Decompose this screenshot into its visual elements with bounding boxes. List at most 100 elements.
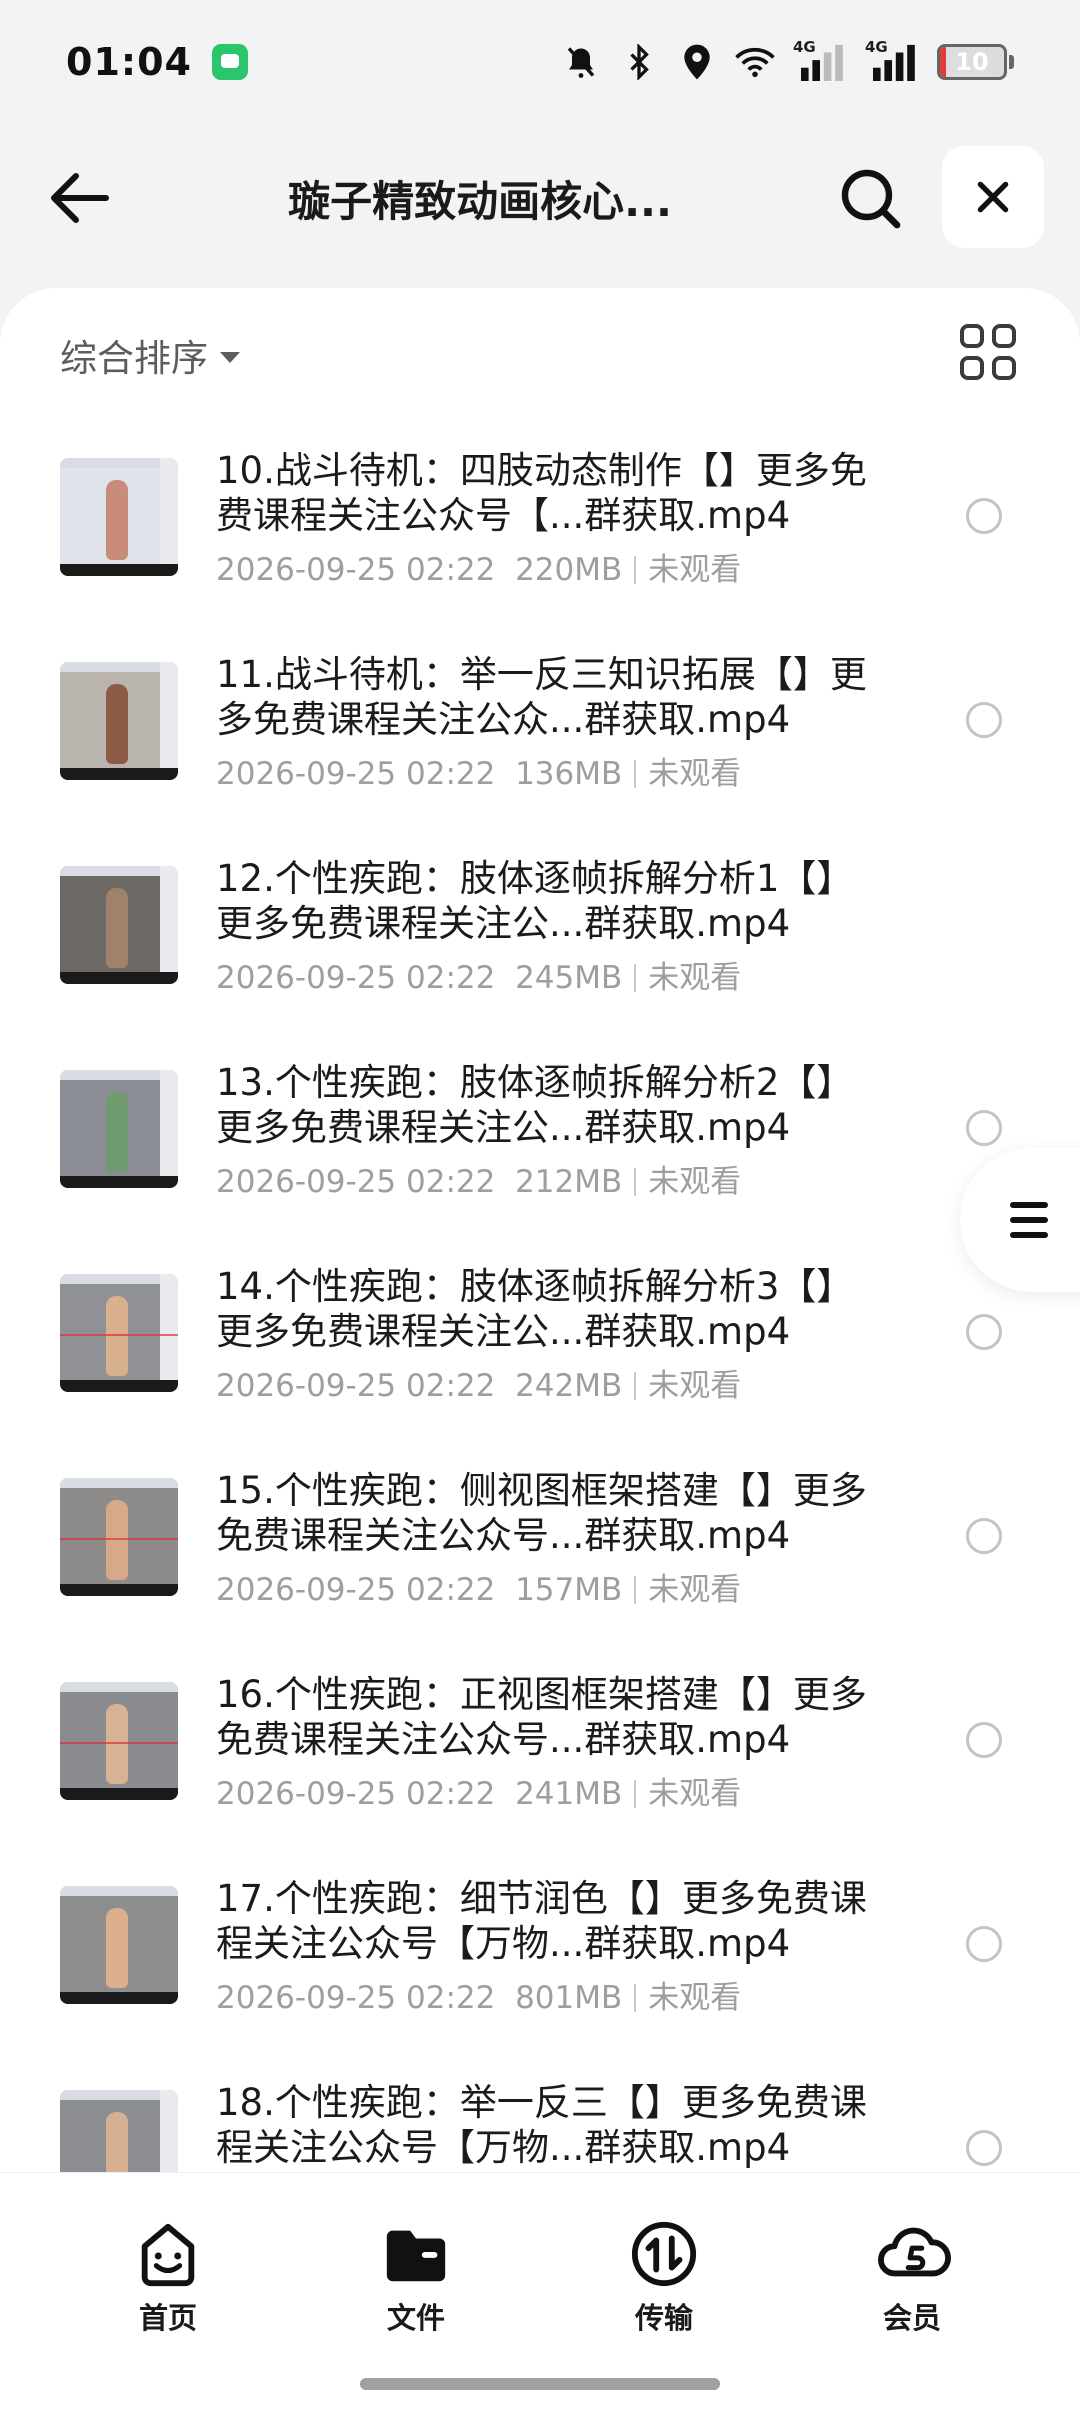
menu-icon xyxy=(1010,1202,1048,1238)
file-meta: 2026-09-25 02:22 136MB 未观看 xyxy=(216,748,741,793)
file-name: 17.个性疾跑：细节润色【】更多免费课程关注公众号【万物...群获取.mp4 xyxy=(216,1877,867,1965)
list-item[interactable]: 15.个性疾跑：侧视图框架搭建【】更多免费课程关注公众号...群获取.mp4 2… xyxy=(0,1468,1080,1672)
video-thumbnail xyxy=(60,1070,178,1188)
signal-icon: 4G xyxy=(793,38,847,82)
file-date: 2026-09-25 02:22 xyxy=(216,1980,496,2016)
file-size: 245MB xyxy=(515,960,623,996)
back-arrow-icon xyxy=(51,173,109,223)
file-date: 2026-09-25 02:22 xyxy=(216,1776,496,1812)
list-item[interactable]: 10.战斗待机：四肢动态制作【】更多免费课程关注公众号【...群获取.mp4 2… xyxy=(0,448,1080,652)
select-radio[interactable] xyxy=(966,2130,1002,2166)
file-name: 16.个性疾跑：正视图框架搭建【】更多免费课程关注公众号...群获取.mp4 xyxy=(216,1673,867,1761)
watch-status: 未观看 xyxy=(648,960,742,996)
nav-label: 文件 xyxy=(386,2301,445,2335)
video-thumbnail xyxy=(60,2090,178,2172)
select-radio[interactable] xyxy=(966,1722,1002,1758)
select-radio[interactable] xyxy=(966,1314,1002,1350)
list-item[interactable]: 16.个性疾跑：正视图框架搭建【】更多免费课程关注公众号...群获取.mp4 2… xyxy=(0,1672,1080,1876)
select-radio[interactable] xyxy=(966,1518,1002,1554)
file-date: 2026-09-25 02:22 xyxy=(216,756,496,792)
file-size: 801MB xyxy=(515,1980,623,2016)
signal-icon: 4G xyxy=(865,38,919,82)
page-title: 璇子精致动画核心... xyxy=(288,177,672,226)
watch-status: 未观看 xyxy=(648,1980,742,2016)
close-button[interactable] xyxy=(942,146,1044,248)
file-meta: 2026-09-25 02:22 245MB 未观看 xyxy=(216,952,741,997)
list-item[interactable]: 17.个性疾跑：细节润色【】更多免费课程关注公众号【万物...群获取.mp4 2… xyxy=(0,1876,1080,2080)
file-size: 136MB xyxy=(515,756,623,792)
select-radio[interactable] xyxy=(966,1926,1002,1962)
video-thumbnail xyxy=(60,1478,178,1596)
file-meta: 2026-09-25 02:22 212MB 未观看 xyxy=(216,1156,741,1201)
home-indicator[interactable] xyxy=(360,2378,720,2390)
list-item[interactable]: 13.个性疾跑：肢体逐帧拆解分析2【】更多免费课程关注公...群获取.mp4 2… xyxy=(0,1060,1080,1264)
video-thumbnail xyxy=(60,866,178,984)
grid-view-toggle[interactable] xyxy=(960,324,1016,380)
select-radio[interactable] xyxy=(966,1110,1002,1146)
vip-icon xyxy=(877,2219,951,2289)
select-radio[interactable] xyxy=(966,498,1002,534)
list-item[interactable]: 11.战斗待机：举一反三知识拓展【】更多免费课程关注公众...群获取.mp4 2… xyxy=(0,652,1080,856)
sort-dropdown[interactable]: 综合排序 xyxy=(60,328,240,382)
list-item[interactable]: 14.个性疾跑：肢体逐帧拆解分析3【】更多免费课程关注公...群获取.mp4 2… xyxy=(0,1264,1080,1468)
file-size: 212MB xyxy=(515,1164,623,1200)
file-meta: 2026-09-25 02:22 242MB 未观看 xyxy=(216,1360,741,1405)
grid-icon xyxy=(960,324,984,348)
file-date: 2026-09-25 02:22 xyxy=(216,1368,496,1404)
caret-down-icon xyxy=(220,351,240,363)
status-icons: 4G 4G 10 xyxy=(561,38,1014,82)
nav-label: 首页 xyxy=(138,2301,197,2335)
watch-status: 未观看 xyxy=(648,552,742,588)
file-name: 13.个性疾跑：肢体逐帧拆解分析2【】更多免费课程关注公...群获取.mp4 xyxy=(216,1061,854,1149)
file-list: 10.战斗待机：四肢动态制作【】更多免费课程关注公众号【...群获取.mp4 2… xyxy=(0,448,1080,2172)
file-name: 10.战斗待机：四肢动态制作【】更多免费课程关注公众号【...群获取.mp4 xyxy=(216,449,867,537)
file-date: 2026-09-25 02:22 xyxy=(216,960,496,996)
wifi-icon xyxy=(735,42,775,82)
nav-vip[interactable]: 会员 xyxy=(842,2219,982,2337)
nav-label: 传输 xyxy=(634,2301,693,2335)
watch-status: 未观看 xyxy=(648,1164,742,1200)
file-size: 220MB xyxy=(515,552,623,588)
file-name: 15.个性疾跑：侧视图框架搭建【】更多免费课程关注公众号...群获取.mp4 xyxy=(216,1469,867,1557)
search-button[interactable] xyxy=(830,160,912,238)
select-radio[interactable] xyxy=(966,702,1002,738)
nav-label: 会员 xyxy=(882,2301,941,2335)
header: 璇子精致动画核心... xyxy=(0,138,1080,258)
home-icon xyxy=(133,2219,203,2289)
close-icon xyxy=(977,181,1009,213)
back-button[interactable] xyxy=(40,162,120,234)
file-name: 18.个性疾跑：举一反三【】更多免费课程关注公众号【万物...群获取.mp4 xyxy=(216,2081,867,2169)
status-bar: 01:04 4G 4G 10 xyxy=(0,0,1080,124)
transfer-icon xyxy=(629,2219,699,2289)
video-thumbnail xyxy=(60,1886,178,2004)
file-meta: 2026-09-25 02:22 220MB 未观看 xyxy=(216,544,741,589)
video-thumbnail xyxy=(60,662,178,780)
search-icon xyxy=(841,169,901,229)
message-app-icon xyxy=(211,44,248,80)
file-name: 12.个性疾跑：肢体逐帧拆解分析1【】更多免费课程关注公...群获取.mp4 xyxy=(216,857,854,945)
status-time: 01:04 xyxy=(66,40,192,84)
location-icon xyxy=(677,42,717,82)
battery-fill xyxy=(940,47,947,77)
watch-status: 未观看 xyxy=(648,756,742,792)
nav-home[interactable]: 首页 xyxy=(98,2219,238,2337)
file-date: 2026-09-25 02:22 xyxy=(216,552,496,588)
file-name: 14.个性疾跑：肢体逐帧拆解分析3【】更多免费课程关注公...群获取.mp4 xyxy=(216,1265,854,1353)
nav-files[interactable]: 文件 xyxy=(346,2219,486,2337)
list-item[interactable]: 12.个性疾跑：肢体逐帧拆解分析1【】更多免费课程关注公...群获取.mp4 2… xyxy=(0,856,1080,1060)
file-date: 2026-09-25 02:22 xyxy=(216,1164,496,1200)
bottom-nav: 首页 文件 传输 会员 xyxy=(0,2172,1080,2412)
watch-status: 未观看 xyxy=(648,1776,742,1812)
list-item[interactable]: 18.个性疾跑：举一反三【】更多免费课程关注公众号【万物...群获取.mp4 xyxy=(0,2080,1080,2172)
file-panel: 综合排序 10.战斗待机：四肢动态制作【】更多免费课程关注公众号【...群获取.… xyxy=(0,288,1080,2172)
watch-status: 未观看 xyxy=(648,1572,742,1608)
network-type-label: 4G xyxy=(793,38,816,56)
file-name: 11.战斗待机：举一反三知识拓展【】更多免费课程关注公众...群获取.mp4 xyxy=(216,653,867,741)
video-thumbnail xyxy=(60,1682,178,1800)
folder-icon xyxy=(381,2219,451,2289)
sort-label: 综合排序 xyxy=(60,337,208,380)
file-meta: 2026-09-25 02:22 801MB 未观看 xyxy=(216,1972,741,2017)
file-size: 157MB xyxy=(515,1572,623,1608)
nav-transfer[interactable]: 传输 xyxy=(594,2219,734,2337)
network-type-label: 4G xyxy=(865,38,888,56)
